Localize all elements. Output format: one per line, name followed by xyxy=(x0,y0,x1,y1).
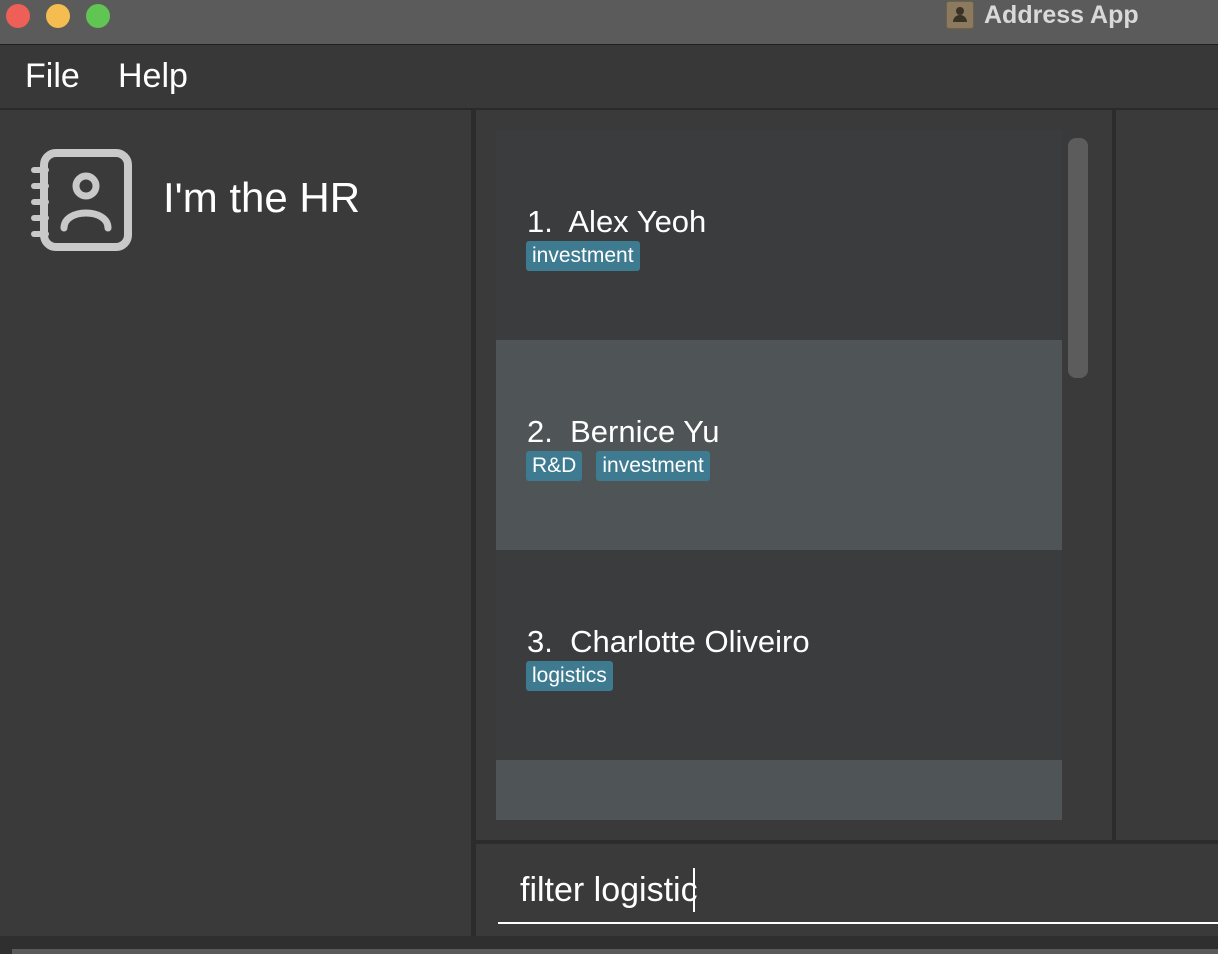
person-tags-1: investment xyxy=(526,241,640,271)
menu-bar: File Help xyxy=(0,45,1218,110)
tag-badge: investment xyxy=(526,241,640,271)
list-scroll-thumb[interactable] xyxy=(1068,138,1088,378)
tag-badge: logistics xyxy=(526,661,613,691)
close-window-button[interactable] xyxy=(6,4,30,28)
contacts-app-icon xyxy=(946,1,974,29)
person-name-2: 2. Bernice Yu xyxy=(527,414,720,449)
app-name-label: I'm the HR xyxy=(163,174,361,221)
person-card-3[interactable]: 3. Charlotte Oliveiro logistics xyxy=(496,550,1062,760)
person-name-3: 3. Charlotte Oliveiro xyxy=(527,624,810,659)
person-tags-3: logistics xyxy=(526,661,613,691)
window-title: Address App xyxy=(984,1,1139,29)
minimize-window-button[interactable] xyxy=(46,4,70,28)
person-card-4[interactable] xyxy=(496,760,1062,820)
tag-badge: investment xyxy=(596,451,710,481)
person-list[interactable]: 1. Alex Yeoh investment 2. Bernice Yu R&… xyxy=(496,130,1062,820)
command-input[interactable] xyxy=(498,858,1218,924)
person-card-1[interactable]: 1. Alex Yeoh investment xyxy=(496,130,1062,340)
menu-help[interactable]: Help xyxy=(118,57,188,96)
tag-badge: R&D xyxy=(526,451,583,481)
person-tags-2: R&D investment xyxy=(526,451,710,481)
status-bar xyxy=(0,936,1218,954)
menu-file[interactable]: File xyxy=(25,57,80,96)
window-titlebar: Address App xyxy=(0,0,1218,45)
person-card-2[interactable]: 2. Bernice Yu R&D investment xyxy=(496,340,1062,550)
person-name-1: 1. Alex Yeoh xyxy=(527,204,707,239)
detail-panel xyxy=(1116,110,1218,840)
zoom-window-button[interactable] xyxy=(86,4,110,28)
address-book-icon xyxy=(31,149,132,251)
text-caret xyxy=(693,868,695,912)
